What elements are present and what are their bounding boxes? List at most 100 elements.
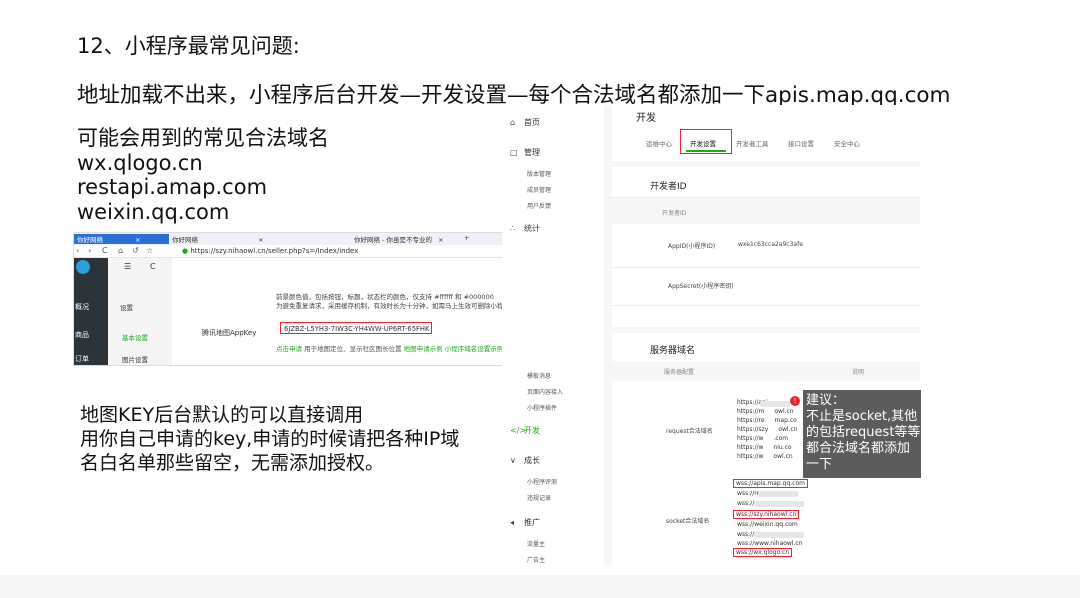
second-menu-item[interactable]: 图片设置: [122, 354, 148, 364]
menu-icon[interactable]: ☰: [124, 262, 131, 271]
refresh-icon[interactable]: C: [102, 246, 108, 255]
refresh-icon[interactable]: C: [150, 262, 156, 271]
admin-sidebar: ⌂ 首页 □ 管理 版本管理 成员管理 用户反馈 ∴ 统计 模板消息 页面内容接入 小…: [502, 105, 604, 565]
appid-label: AppID(小程序ID): [668, 243, 716, 250]
tab-security[interactable]: 安全中心: [834, 138, 860, 148]
redacted-area: [754, 532, 804, 538]
left-menu-item[interactable]: 商品: [75, 330, 89, 340]
domain-suffix: map.co: [774, 417, 797, 424]
tab-api-settings[interactable]: 接口设置: [788, 138, 814, 148]
sidebar-subitem[interactable]: 页面内容接入: [527, 387, 563, 396]
domain-text: https://w: [737, 444, 764, 451]
sidebar-subitem[interactable]: 用户反馈: [527, 201, 551, 210]
divider: [612, 305, 920, 306]
dev-header-card: 开发 运维中心 开发设置 开发者工具 接口设置 安全中心: [612, 105, 920, 161]
note-line: 名白名单那些留空，无需添加授权。: [80, 452, 385, 474]
left-menu-item[interactable]: 概况: [75, 302, 89, 312]
redacted-area: [754, 501, 804, 507]
request-label: request合法域名: [666, 428, 713, 435]
tip-line: 建议：: [806, 393, 846, 408]
domain-text: https://m: [737, 408, 765, 415]
apply-link[interactable]: 点击申请: [276, 345, 302, 353]
sidebar-subitem[interactable]: 小程序插件: [527, 403, 557, 412]
sidebar-item-promote[interactable]: ◂ 推广: [510, 517, 540, 528]
megaphone-icon: ◂: [510, 518, 515, 527]
second-menu-item-active[interactable]: 基本设置: [122, 332, 148, 342]
browser-tab[interactable]: 你好网络 ×: [74, 234, 169, 244]
admin-page-title: 开发: [636, 113, 656, 124]
tab-ops[interactable]: 运维中心: [646, 138, 672, 148]
request-domain: https://szy owl.cn: [737, 426, 798, 433]
request-domain: https://re map.co: [737, 417, 797, 424]
domain-suffix: owl.cn: [778, 426, 798, 433]
admin-screenshot: ⌂ 首页 □ 管理 版本管理 成员管理 用户反馈 ∴ 统计 模板消息 页面内容接入 小…: [502, 105, 920, 565]
example-link[interactable]: 地图申请示例: [404, 345, 443, 353]
second-menu-item[interactable]: 设置: [120, 302, 133, 312]
sidebar-subitem[interactable]: 违规记录: [527, 493, 551, 502]
sidebar-subitem[interactable]: 模板消息: [527, 371, 551, 380]
sidebar-subitem[interactable]: 广告主: [527, 555, 545, 564]
note-line: 地图KEY后台默认的可以直接调用: [80, 404, 364, 426]
left-menu-item[interactable]: 订单: [75, 354, 89, 364]
sidebar-item-dev[interactable]: </>开发: [510, 425, 540, 436]
domain-text: https://w: [737, 435, 764, 442]
lock-icon: ●: [182, 247, 189, 255]
domain-example-link[interactable]: 小程序域名设置示例: [445, 345, 504, 353]
sidebar-subitem[interactable]: 成员管理: [527, 185, 551, 194]
request-domain: https://w niu.co: [737, 444, 792, 451]
sidebar-label: 开发: [524, 426, 540, 435]
tab-dev-tools[interactable]: 开发者工具: [736, 138, 769, 148]
footer-bar: [0, 575, 1080, 598]
sidebar-item-manage[interactable]: □ 管理: [510, 147, 540, 158]
tab-label: 你好网络: [172, 236, 198, 244]
desc-col-header: 说明: [852, 369, 865, 376]
sidebar-subitem[interactable]: 小程序评测: [527, 477, 557, 486]
forward-icon[interactable]: ›: [88, 246, 91, 255]
domain-list: 可能会用到的常见合法域名 wx.qlogo.cn restapi.amap.co…: [77, 126, 329, 224]
redacted-area: [758, 491, 798, 497]
sidebar-label: 统计: [524, 224, 540, 233]
tip-line: 不止是socket,其他: [806, 409, 918, 424]
appkey-input[interactable]: 6JZBZ-L5YH3-7IW3C-YH4WW-UP6RT-65FHK: [280, 322, 432, 334]
sidebar-item-home[interactable]: ⌂ 首页: [510, 117, 540, 128]
devid-col-header: 开发者ID: [662, 210, 687, 217]
browser-tab[interactable]: 你好网络 ×: [172, 234, 342, 244]
domain-item: restapi.amap.com: [77, 175, 268, 199]
history-icon[interactable]: ↺: [132, 246, 139, 255]
new-tab-icon[interactable]: +: [464, 234, 469, 244]
request-domain: https://m owl.cn: [737, 408, 794, 415]
close-icon[interactable]: ×: [438, 236, 443, 244]
sidebar-label: 首页: [524, 118, 540, 127]
url-text[interactable]: ● https://szy.nihaowl.cn/seller.php?s=/I…: [182, 247, 358, 255]
close-icon[interactable]: ×: [135, 236, 140, 244]
help-text: 用于地图定位、显示社区图长位置: [304, 345, 402, 353]
suggestion-tooltip: 建议： 不止是socket,其他 的包括request等等 都合法域名都添加 一…: [803, 390, 921, 478]
domain-text: https://szy: [737, 426, 769, 433]
grow-icon: ∨: [510, 456, 516, 465]
code-icon: </>: [510, 426, 527, 435]
sidebar-subitem[interactable]: 流量主: [527, 539, 545, 548]
request-domain: https://w .com: [737, 435, 788, 442]
domain-suffix: niu.co: [773, 444, 792, 451]
home-icon[interactable]: ⌂: [118, 246, 123, 255]
sidebar-label: 管理: [524, 148, 540, 157]
sidebar-item-grow[interactable]: ∨ 成长: [510, 455, 540, 466]
devid-card: 开发者ID 开发者ID AppID(小程序ID) wxe1c63cca2a9c3…: [612, 167, 920, 327]
tip-line: 的包括request等等: [806, 425, 921, 440]
star-icon[interactable]: ☆: [146, 246, 153, 255]
close-icon[interactable]: ×: [258, 236, 263, 244]
sidebar-label: 成长: [524, 456, 540, 465]
socket-domain: wss://: [737, 531, 755, 538]
domain-suffix: owl.cn: [773, 453, 793, 460]
folder-icon: □: [510, 148, 518, 157]
table-header: [612, 361, 920, 381]
second-menu: ☰ C 设置 基本设置 图片设置: [108, 258, 172, 365]
sidebar-item-stats[interactable]: ∴ 统计: [510, 223, 540, 234]
socket-domain-highlight: wss://szy.nihaowl.cn: [733, 510, 800, 519]
back-icon[interactable]: ‹: [76, 246, 79, 255]
browser-tab[interactable]: 你好网络 - 你虽是不专业的 ×: [354, 234, 454, 244]
sidebar-subitem[interactable]: 版本管理: [527, 169, 551, 178]
home-icon: ⌂: [510, 118, 516, 127]
tab-underline: [686, 150, 726, 152]
sidebar-label: 推广: [524, 518, 540, 527]
